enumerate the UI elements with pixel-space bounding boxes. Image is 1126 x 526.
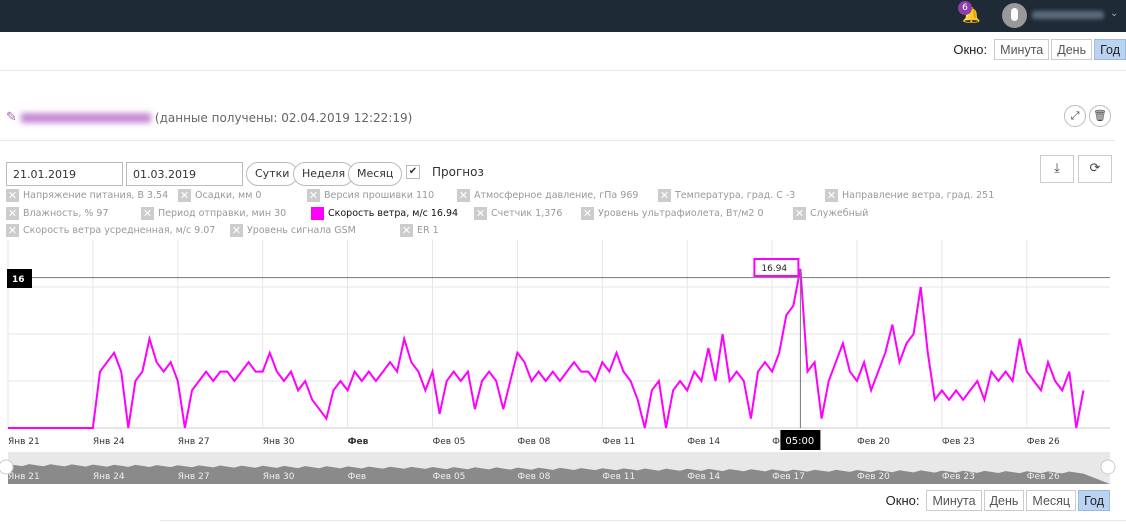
x-tick-label: Фев 08: [517, 437, 550, 447]
window-option-button[interactable]: День: [983, 490, 1025, 511]
navigator-tick-label: Фев 26: [1027, 472, 1060, 482]
navigator-tick-label: Фев: [348, 472, 367, 482]
x-tick-label: Янв 24: [93, 437, 125, 447]
window-label: Окно:: [885, 493, 920, 508]
x-tick-label: Фев 14: [687, 437, 720, 447]
value-tooltip: 16.94: [761, 264, 787, 274]
navigator-tick-label: Фев 23: [942, 472, 975, 482]
window-selector-bottom: Окно: Минута День Месяц Год: [886, 490, 1110, 511]
divider: [160, 520, 1126, 521]
y-crosshair-label: 16: [12, 275, 25, 285]
navigator-tick-label: Фев 17: [772, 472, 805, 482]
navigator-handle-right[interactable]: [1100, 459, 1116, 475]
navigator-tick-label: Фев 05: [433, 472, 466, 482]
x-tick-label: Фев 11: [602, 437, 635, 447]
wind-speed-chart[interactable]: Янв 21 Янв 24 Янв 27 Янв 30 Фев Фев 05 Фев 08 Ф…: [0, 0, 1126, 526]
navigator-tick-label: Янв 27: [178, 472, 210, 482]
x-tick-label: Янв 30: [263, 437, 295, 447]
navigator-tick-label: Фев 14: [687, 472, 720, 482]
window-option-button[interactable]: Месяц: [1026, 490, 1077, 511]
navigator-tick-label: Янв 24: [93, 472, 125, 482]
x-tick-label: Фев 23: [942, 437, 975, 447]
navigator-tick-label: Янв 30: [263, 472, 295, 482]
navigator-tick-label: Янв 21: [8, 472, 40, 482]
wind-speed-line: [8, 268, 1085, 429]
x-tick-label: Фев 20: [857, 437, 890, 447]
time-crosshair-label: 05:00: [785, 436, 814, 447]
navigator-tick-label: Фев 08: [517, 472, 550, 482]
x-tick-label: Фев: [348, 437, 369, 447]
x-tick-label: Фев 05: [433, 437, 466, 447]
window-option-button[interactable]: Минута: [926, 490, 982, 511]
x-tick-label: Фев 26: [1027, 437, 1060, 447]
navigator-tick-label: Фев 11: [602, 472, 635, 482]
navigator-tick-label: Фев 20: [857, 472, 890, 482]
x-tick-label: Янв 27: [178, 437, 210, 447]
window-option-button[interactable]: Год: [1078, 490, 1110, 511]
navigator-handle-left[interactable]: [0, 459, 14, 475]
x-tick-label: Янв 21: [8, 437, 40, 447]
